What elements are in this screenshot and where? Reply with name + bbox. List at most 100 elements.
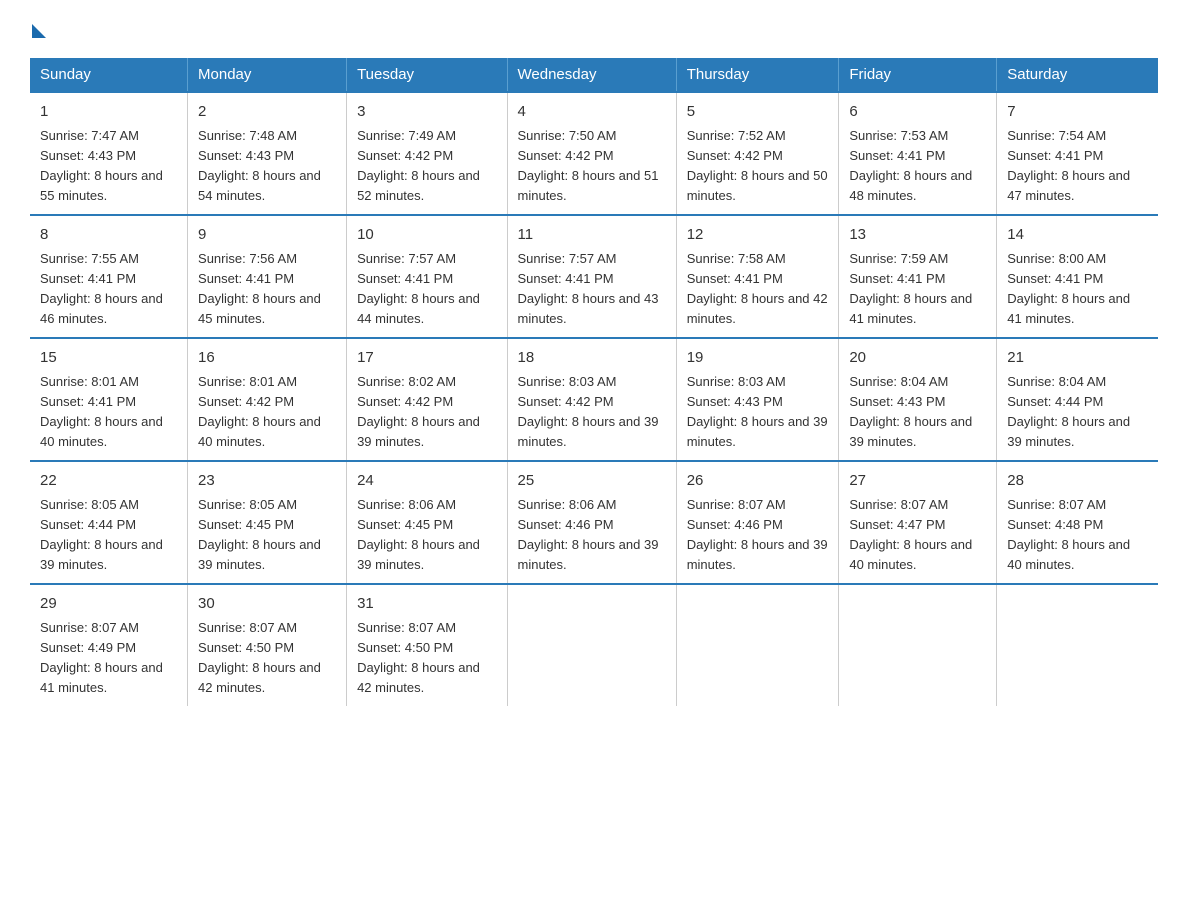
header-tuesday: Tuesday bbox=[347, 58, 507, 92]
calendar-cell: 28Sunrise: 8:07 AMSunset: 4:48 PMDayligh… bbox=[997, 461, 1158, 584]
calendar-cell bbox=[507, 584, 676, 706]
calendar-cell: 1Sunrise: 7:47 AMSunset: 4:43 PMDaylight… bbox=[30, 92, 188, 215]
day-number: 28 bbox=[1007, 470, 1148, 493]
day-info: Sunrise: 8:07 AMSunset: 4:46 PMDaylight:… bbox=[687, 495, 829, 576]
header-monday: Monday bbox=[188, 58, 347, 92]
day-info: Sunrise: 7:57 AMSunset: 4:41 PMDaylight:… bbox=[518, 249, 666, 330]
day-number: 24 bbox=[357, 470, 496, 493]
day-number: 12 bbox=[687, 224, 829, 247]
day-number: 30 bbox=[198, 593, 336, 616]
day-info: Sunrise: 7:52 AMSunset: 4:42 PMDaylight:… bbox=[687, 126, 829, 207]
day-number: 11 bbox=[518, 224, 666, 247]
day-info: Sunrise: 7:47 AMSunset: 4:43 PMDaylight:… bbox=[40, 126, 177, 207]
week-row-1: 1Sunrise: 7:47 AMSunset: 4:43 PMDaylight… bbox=[30, 92, 1158, 215]
calendar-cell: 24Sunrise: 8:06 AMSunset: 4:45 PMDayligh… bbox=[347, 461, 507, 584]
day-number: 13 bbox=[849, 224, 986, 247]
day-info: Sunrise: 8:07 AMSunset: 4:48 PMDaylight:… bbox=[1007, 495, 1148, 576]
calendar-cell: 13Sunrise: 7:59 AMSunset: 4:41 PMDayligh… bbox=[839, 215, 997, 338]
calendar-cell: 16Sunrise: 8:01 AMSunset: 4:42 PMDayligh… bbox=[188, 338, 347, 461]
week-row-5: 29Sunrise: 8:07 AMSunset: 4:49 PMDayligh… bbox=[30, 584, 1158, 706]
calendar-cell: 5Sunrise: 7:52 AMSunset: 4:42 PMDaylight… bbox=[676, 92, 839, 215]
calendar-cell: 2Sunrise: 7:48 AMSunset: 4:43 PMDaylight… bbox=[188, 92, 347, 215]
day-number: 1 bbox=[40, 101, 177, 124]
day-info: Sunrise: 8:01 AMSunset: 4:42 PMDaylight:… bbox=[198, 372, 336, 453]
calendar-cell: 7Sunrise: 7:54 AMSunset: 4:41 PMDaylight… bbox=[997, 92, 1158, 215]
day-number: 5 bbox=[687, 101, 829, 124]
day-number: 16 bbox=[198, 347, 336, 370]
calendar-cell bbox=[997, 584, 1158, 706]
day-number: 10 bbox=[357, 224, 496, 247]
day-number: 9 bbox=[198, 224, 336, 247]
header-friday: Friday bbox=[839, 58, 997, 92]
header-thursday: Thursday bbox=[676, 58, 839, 92]
week-row-3: 15Sunrise: 8:01 AMSunset: 4:41 PMDayligh… bbox=[30, 338, 1158, 461]
day-number: 22 bbox=[40, 470, 177, 493]
day-number: 7 bbox=[1007, 101, 1148, 124]
calendar-cell: 19Sunrise: 8:03 AMSunset: 4:43 PMDayligh… bbox=[676, 338, 839, 461]
day-info: Sunrise: 7:53 AMSunset: 4:41 PMDaylight:… bbox=[849, 126, 986, 207]
day-info: Sunrise: 7:59 AMSunset: 4:41 PMDaylight:… bbox=[849, 249, 986, 330]
calendar-cell: 8Sunrise: 7:55 AMSunset: 4:41 PMDaylight… bbox=[30, 215, 188, 338]
page-header bbox=[30, 20, 1158, 38]
day-number: 31 bbox=[357, 593, 496, 616]
day-info: Sunrise: 7:54 AMSunset: 4:41 PMDaylight:… bbox=[1007, 126, 1148, 207]
day-info: Sunrise: 8:07 AMSunset: 4:47 PMDaylight:… bbox=[849, 495, 986, 576]
calendar-cell: 26Sunrise: 8:07 AMSunset: 4:46 PMDayligh… bbox=[676, 461, 839, 584]
day-number: 15 bbox=[40, 347, 177, 370]
day-info: Sunrise: 8:01 AMSunset: 4:41 PMDaylight:… bbox=[40, 372, 177, 453]
day-number: 14 bbox=[1007, 224, 1148, 247]
week-row-4: 22Sunrise: 8:05 AMSunset: 4:44 PMDayligh… bbox=[30, 461, 1158, 584]
calendar-table: SundayMondayTuesdayWednesdayThursdayFrid… bbox=[30, 58, 1158, 706]
day-info: Sunrise: 8:05 AMSunset: 4:45 PMDaylight:… bbox=[198, 495, 336, 576]
calendar-cell: 4Sunrise: 7:50 AMSunset: 4:42 PMDaylight… bbox=[507, 92, 676, 215]
day-number: 19 bbox=[687, 347, 829, 370]
day-info: Sunrise: 8:04 AMSunset: 4:43 PMDaylight:… bbox=[849, 372, 986, 453]
day-number: 18 bbox=[518, 347, 666, 370]
header-sunday: Sunday bbox=[30, 58, 188, 92]
calendar-cell: 18Sunrise: 8:03 AMSunset: 4:42 PMDayligh… bbox=[507, 338, 676, 461]
calendar-cell: 25Sunrise: 8:06 AMSunset: 4:46 PMDayligh… bbox=[507, 461, 676, 584]
day-info: Sunrise: 8:06 AMSunset: 4:46 PMDaylight:… bbox=[518, 495, 666, 576]
calendar-cell: 29Sunrise: 8:07 AMSunset: 4:49 PMDayligh… bbox=[30, 584, 188, 706]
day-number: 4 bbox=[518, 101, 666, 124]
calendar-cell: 20Sunrise: 8:04 AMSunset: 4:43 PMDayligh… bbox=[839, 338, 997, 461]
calendar-cell: 11Sunrise: 7:57 AMSunset: 4:41 PMDayligh… bbox=[507, 215, 676, 338]
day-info: Sunrise: 7:58 AMSunset: 4:41 PMDaylight:… bbox=[687, 249, 829, 330]
day-info: Sunrise: 7:50 AMSunset: 4:42 PMDaylight:… bbox=[518, 126, 666, 207]
day-number: 29 bbox=[40, 593, 177, 616]
calendar-cell: 9Sunrise: 7:56 AMSunset: 4:41 PMDaylight… bbox=[188, 215, 347, 338]
calendar-cell: 17Sunrise: 8:02 AMSunset: 4:42 PMDayligh… bbox=[347, 338, 507, 461]
day-info: Sunrise: 8:07 AMSunset: 4:49 PMDaylight:… bbox=[40, 618, 177, 699]
calendar-cell: 27Sunrise: 8:07 AMSunset: 4:47 PMDayligh… bbox=[839, 461, 997, 584]
day-number: 8 bbox=[40, 224, 177, 247]
day-info: Sunrise: 8:02 AMSunset: 4:42 PMDaylight:… bbox=[357, 372, 496, 453]
day-info: Sunrise: 8:05 AMSunset: 4:44 PMDaylight:… bbox=[40, 495, 177, 576]
calendar-cell: 14Sunrise: 8:00 AMSunset: 4:41 PMDayligh… bbox=[997, 215, 1158, 338]
day-info: Sunrise: 7:49 AMSunset: 4:42 PMDaylight:… bbox=[357, 126, 496, 207]
logo-arrow-icon bbox=[32, 24, 46, 38]
day-info: Sunrise: 8:04 AMSunset: 4:44 PMDaylight:… bbox=[1007, 372, 1148, 453]
day-info: Sunrise: 8:00 AMSunset: 4:41 PMDaylight:… bbox=[1007, 249, 1148, 330]
day-number: 27 bbox=[849, 470, 986, 493]
header-wednesday: Wednesday bbox=[507, 58, 676, 92]
day-info: Sunrise: 8:03 AMSunset: 4:42 PMDaylight:… bbox=[518, 372, 666, 453]
calendar-cell: 15Sunrise: 8:01 AMSunset: 4:41 PMDayligh… bbox=[30, 338, 188, 461]
day-info: Sunrise: 7:55 AMSunset: 4:41 PMDaylight:… bbox=[40, 249, 177, 330]
calendar-cell bbox=[676, 584, 839, 706]
calendar-cell: 6Sunrise: 7:53 AMSunset: 4:41 PMDaylight… bbox=[839, 92, 997, 215]
day-number: 6 bbox=[849, 101, 986, 124]
day-info: Sunrise: 7:57 AMSunset: 4:41 PMDaylight:… bbox=[357, 249, 496, 330]
calendar-cell: 21Sunrise: 8:04 AMSunset: 4:44 PMDayligh… bbox=[997, 338, 1158, 461]
day-info: Sunrise: 8:06 AMSunset: 4:45 PMDaylight:… bbox=[357, 495, 496, 576]
day-number: 20 bbox=[849, 347, 986, 370]
day-number: 25 bbox=[518, 470, 666, 493]
calendar-cell: 31Sunrise: 8:07 AMSunset: 4:50 PMDayligh… bbox=[347, 584, 507, 706]
day-info: Sunrise: 8:07 AMSunset: 4:50 PMDaylight:… bbox=[198, 618, 336, 699]
calendar-cell: 12Sunrise: 7:58 AMSunset: 4:41 PMDayligh… bbox=[676, 215, 839, 338]
day-number: 17 bbox=[357, 347, 496, 370]
day-info: Sunrise: 7:56 AMSunset: 4:41 PMDaylight:… bbox=[198, 249, 336, 330]
day-number: 26 bbox=[687, 470, 829, 493]
calendar-header-row: SundayMondayTuesdayWednesdayThursdayFrid… bbox=[30, 58, 1158, 92]
calendar-cell: 30Sunrise: 8:07 AMSunset: 4:50 PMDayligh… bbox=[188, 584, 347, 706]
calendar-cell: 3Sunrise: 7:49 AMSunset: 4:42 PMDaylight… bbox=[347, 92, 507, 215]
